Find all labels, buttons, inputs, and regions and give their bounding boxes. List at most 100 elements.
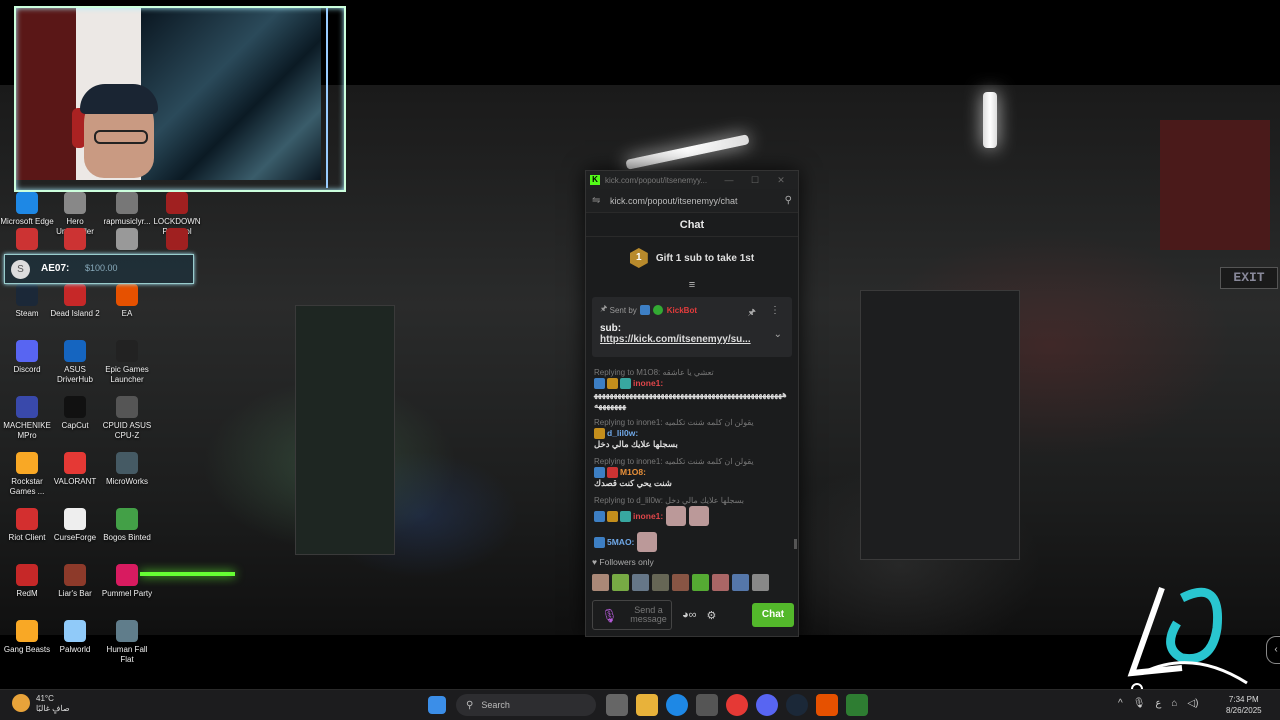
taskbar-search[interactable]: ⚲ Search — [456, 694, 596, 716]
kick-app-icon[interactable] — [846, 694, 868, 716]
donor-name: AE07: — [41, 263, 70, 274]
desktop-icon[interactable]: CapCut — [48, 396, 102, 431]
chat-messages: Replying to M1O8: تعشي يا عاشقه inone1: هه… — [586, 367, 798, 555]
volume-icon[interactable]: ◁) — [1187, 698, 1198, 709]
desktop-icon[interactable]: Dead Island 2 — [48, 284, 102, 319]
language-indicator[interactable]: ع — [1155, 698, 1161, 709]
desktop-icon[interactable]: Steam — [0, 284, 54, 319]
url-text[interactable]: kick.com/popout/itsenemyy/chat — [610, 196, 785, 206]
send-chat-button[interactable]: Chat — [752, 603, 794, 627]
reply-context[interactable]: Replying to M1O8: تعشي يا عاشقه — [594, 367, 790, 378]
microphone-icon[interactable]: 🎙 — [1133, 698, 1146, 709]
reply-context[interactable]: Replying to inone1: يقولن ان كلمه شنت تك… — [594, 417, 790, 428]
desktop-icon[interactable]: Pummel Party — [100, 564, 154, 599]
file-explorer-icon[interactable] — [636, 694, 658, 716]
badge-icon — [620, 378, 631, 389]
minimize-button[interactable]: — — [716, 175, 742, 185]
rank-badge-icon: 1 — [629, 248, 648, 268]
gift-sub-banner[interactable]: 1 Gift 1 sub to take 1st — [586, 237, 798, 279]
brave-icon[interactable] — [816, 694, 838, 716]
badge-icon — [594, 510, 605, 522]
start-button[interactable] — [428, 696, 446, 714]
weather-widget[interactable]: 41°C صافٍ غالبًا — [12, 694, 70, 714]
desktop-icon[interactable]: VALORANT — [48, 452, 102, 487]
more-options-icon[interactable]: ⋮ — [770, 305, 780, 316]
desktop-icon[interactable]: ASUS DriverHub — [48, 340, 102, 385]
store-icon[interactable] — [696, 694, 718, 716]
chat-username[interactable]: d_lil0w: — [607, 428, 638, 439]
chat-username[interactable]: inone1: — [633, 378, 663, 389]
discord-icon[interactable] — [756, 694, 778, 716]
microworks-icon — [116, 452, 138, 474]
desktop-icon[interactable]: Palworld — [48, 620, 102, 655]
desktop-icon-label: Microsoft Edge — [0, 217, 54, 226]
pin-icon[interactable]: 🖈 — [748, 305, 756, 321]
desktop-icon[interactable] — [100, 228, 154, 253]
desktop-icon[interactable]: Human Fall Flat — [100, 620, 154, 665]
desktop-icon[interactable]: Gang Beasts — [0, 620, 54, 655]
reply-context[interactable]: Replying to d_lil0w: بسجلها علايك مالي د… — [594, 495, 790, 506]
machenike-icon — [16, 396, 38, 418]
clock-time: 7:34 PM — [1228, 695, 1259, 704]
pinned-link[interactable]: https://kick.com/itsenemyy/su... — [600, 334, 770, 345]
desktop-icon[interactable]: RedM — [0, 564, 54, 599]
settings-gear-icon[interactable]: ⚙ — [707, 609, 717, 622]
side-panel-handle[interactable]: ‹ — [1266, 636, 1280, 664]
desktop-icon[interactable]: Epic Games Launcher — [100, 340, 154, 385]
zoom-icon[interactable]: ⚲ — [785, 195, 792, 206]
chat-username[interactable]: inone1: — [633, 511, 663, 522]
window-titlebar[interactable]: K kick.com/popout/itsenemyy... — ☐ ✕ — [586, 171, 798, 189]
human-fall-flat-icon — [116, 620, 138, 642]
desktop-icon-label: MACHENIKE MPro — [3, 421, 51, 440]
edge-icon[interactable] — [666, 694, 688, 716]
desktop-icon[interactable]: rapmusiclyr... — [100, 192, 154, 227]
desktop-icon[interactable]: Microsoft Edge — [0, 192, 54, 227]
desktop-icon[interactable]: Liar's Bar — [48, 564, 102, 599]
bot-name[interactable]: KickBot — [667, 306, 697, 315]
desktop-icon[interactable]: MACHENIKE MPro — [0, 396, 54, 441]
chrome-icon[interactable] — [726, 694, 748, 716]
desktop-icon[interactable]: Discord — [0, 340, 54, 375]
site-settings-icon[interactable]: ⇋ — [592, 195, 606, 206]
chat-message[interactable]: Replying to M1O8: تعشي يا عاشقه inone1: هه… — [594, 367, 790, 411]
desktop-icon[interactable]: EA — [100, 284, 154, 319]
chat-message[interactable]: 5MAO: — [594, 532, 790, 552]
task-view-icon[interactable] — [606, 694, 628, 716]
steam-icon[interactable] — [786, 694, 808, 716]
chat-username[interactable]: M1O8: — [620, 467, 646, 478]
microphone-icon[interactable]: 🎙 — [601, 609, 618, 622]
pummel-party-icon — [116, 564, 138, 586]
gang-beasts-icon — [16, 620, 38, 642]
desktop-icon[interactable] — [0, 228, 54, 253]
chat-scrollbar[interactable] — [794, 371, 797, 551]
chat-username[interactable]: 5MAO: — [607, 537, 634, 548]
valorant-icon — [64, 452, 86, 474]
pinned-message[interactable]: 🖈 Sent by KickBot 🖈 ⋮ ⌄ sub: https://kic… — [592, 297, 792, 357]
avatar — [732, 574, 749, 591]
red-banner — [1160, 120, 1270, 250]
close-button[interactable]: ✕ — [768, 175, 794, 186]
kick-logo-icon: K — [590, 175, 600, 185]
desktop-icon[interactable]: Rockstar Games ... — [0, 452, 54, 497]
clock[interactable]: 7:34 PM 8/26/2025 — [1226, 694, 1262, 716]
collapse-icon[interactable]: ≡ — [586, 279, 798, 293]
badge-icon — [607, 467, 618, 478]
emote-icon[interactable]: ◕∞ — [682, 609, 697, 621]
desktop-icon[interactable]: MicroWorks — [100, 452, 154, 487]
maximize-button[interactable]: ☐ — [742, 175, 768, 186]
chevron-up-icon[interactable]: ^ — [1118, 698, 1123, 709]
reply-context[interactable]: Replying to inone1: يقولن ان كلمه شنت تك… — [594, 456, 790, 467]
desktop-icon[interactable]: Bogos Binted — [100, 508, 154, 543]
chat-message[interactable]: Replying to d_lil0w: بسجلها علايك مالي د… — [594, 495, 790, 526]
desktop-icon[interactable] — [150, 228, 204, 253]
desktop-icon[interactable] — [48, 228, 102, 253]
message-input[interactable]: 🎙 Send a message — [592, 600, 672, 630]
desktop-icon[interactable]: CurseForge — [48, 508, 102, 543]
desktop-icon[interactable]: CPUID ASUS CPU-Z — [100, 396, 154, 441]
chevron-down-icon[interactable]: ⌄ — [774, 329, 782, 340]
desktop-icon[interactable]: Riot Client — [0, 508, 54, 543]
chat-message[interactable]: Replying to inone1: يقولن ان كلمه شنت تك… — [594, 417, 790, 450]
channel-logo — [1127, 587, 1248, 685]
chat-message[interactable]: Replying to inone1: يقولن ان كلمه شنت تك… — [594, 456, 790, 489]
network-icon[interactable]: ⌂ — [1171, 698, 1177, 709]
